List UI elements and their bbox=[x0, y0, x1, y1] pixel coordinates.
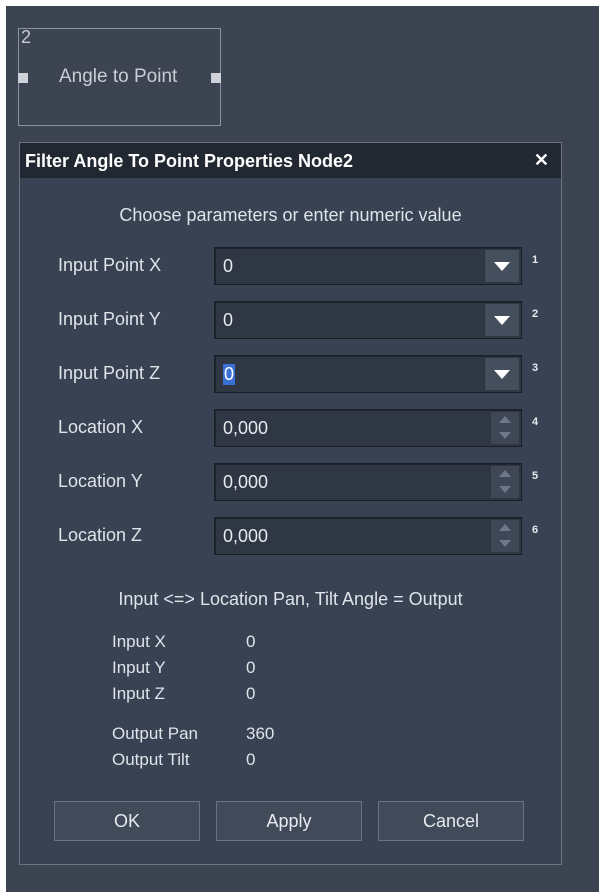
location-y-spinner[interactable]: 0,000 bbox=[214, 463, 522, 501]
location-y-label: Location Y bbox=[58, 471, 143, 491]
info-label-input-y: Input Y bbox=[112, 658, 166, 677]
apply-button[interactable]: Apply bbox=[216, 801, 362, 841]
info-label-output-pan: Output Pan bbox=[112, 724, 199, 743]
spinner-buttons bbox=[491, 412, 519, 444]
input-point-y-value[interactable]: 0 bbox=[223, 310, 233, 331]
input-point-z-value[interactable]: 0 bbox=[223, 364, 236, 385]
spin-up-icon[interactable] bbox=[491, 466, 519, 482]
spin-up-icon[interactable] bbox=[491, 412, 519, 428]
location-z-value[interactable]: 0,000 bbox=[223, 526, 268, 547]
spin-down-icon[interactable] bbox=[491, 536, 519, 552]
spinner-buttons bbox=[491, 466, 519, 498]
location-x-spinner[interactable]: 0,000 bbox=[214, 409, 522, 447]
spin-down-icon[interactable] bbox=[491, 428, 519, 444]
location-x-value[interactable]: 0,000 bbox=[223, 418, 268, 439]
input-point-x-label: Input Point X bbox=[58, 255, 162, 275]
close-icon[interactable]: ✕ bbox=[534, 150, 549, 171]
node-label: Angle to Point bbox=[59, 66, 178, 87]
instruction-text: Choose parameters or enter numeric value bbox=[119, 205, 462, 225]
row-number: 5 bbox=[532, 470, 539, 482]
chevron-down-icon[interactable] bbox=[484, 250, 519, 282]
location-x-label: Location X bbox=[58, 417, 144, 437]
spin-down-icon[interactable] bbox=[491, 482, 519, 498]
info-value-input-y: 0 bbox=[246, 658, 256, 677]
dialog-titlebar[interactable]: Filter Angle To Point Properties Node2 ✕ bbox=[20, 143, 561, 178]
node-index: 2 bbox=[21, 27, 32, 47]
row-number: 4 bbox=[532, 416, 539, 428]
node-output-port[interactable] bbox=[211, 73, 221, 83]
info-value-output-pan: 360 bbox=[246, 724, 275, 743]
input-point-z-combo[interactable]: 0 bbox=[214, 355, 522, 393]
spinner-buttons bbox=[491, 520, 519, 552]
row-number: 2 bbox=[532, 308, 539, 320]
input-point-z-label: Input Point Z bbox=[58, 363, 161, 383]
row-number: 3 bbox=[532, 362, 539, 374]
properties-dialog: Filter Angle To Point Properties Node2 ✕… bbox=[19, 142, 562, 865]
input-point-y-combo[interactable]: 0 bbox=[214, 301, 522, 339]
angle-to-point-node[interactable]: 2 Angle to Point bbox=[18, 27, 221, 126]
info-value-input-x: 0 bbox=[246, 632, 256, 651]
info-value-output-tilt: 0 bbox=[246, 750, 256, 769]
location-y-value[interactable]: 0,000 bbox=[223, 472, 268, 493]
formula-text: Input <=> Location Pan, Tilt Angle = Out… bbox=[118, 589, 463, 609]
dialog-title: Filter Angle To Point Properties Node2 bbox=[25, 151, 354, 171]
workspace-canvas[interactable]: 2 Angle to Point Filter Angle To Point P… bbox=[6, 6, 599, 892]
row-number: 6 bbox=[532, 524, 539, 536]
chevron-down-icon[interactable] bbox=[484, 358, 519, 390]
chevron-down-icon[interactable] bbox=[484, 304, 519, 336]
ok-button[interactable]: OK bbox=[54, 801, 200, 841]
info-label-output-tilt: Output Tilt bbox=[112, 750, 190, 769]
spin-up-icon[interactable] bbox=[491, 520, 519, 536]
cancel-button[interactable]: Cancel bbox=[378, 801, 524, 841]
node-input-port[interactable] bbox=[18, 73, 28, 83]
info-label-input-x: Input X bbox=[112, 632, 166, 651]
row-number: 1 bbox=[532, 254, 539, 266]
location-z-label: Location Z bbox=[58, 525, 143, 545]
info-value-input-z: 0 bbox=[246, 684, 256, 703]
info-label-input-z: Input Z bbox=[112, 684, 165, 703]
input-point-x-value[interactable]: 0 bbox=[223, 256, 233, 277]
input-point-y-label: Input Point Y bbox=[58, 309, 161, 329]
location-z-spinner[interactable]: 0,000 bbox=[214, 517, 522, 555]
input-point-x-combo[interactable]: 0 bbox=[214, 247, 522, 285]
